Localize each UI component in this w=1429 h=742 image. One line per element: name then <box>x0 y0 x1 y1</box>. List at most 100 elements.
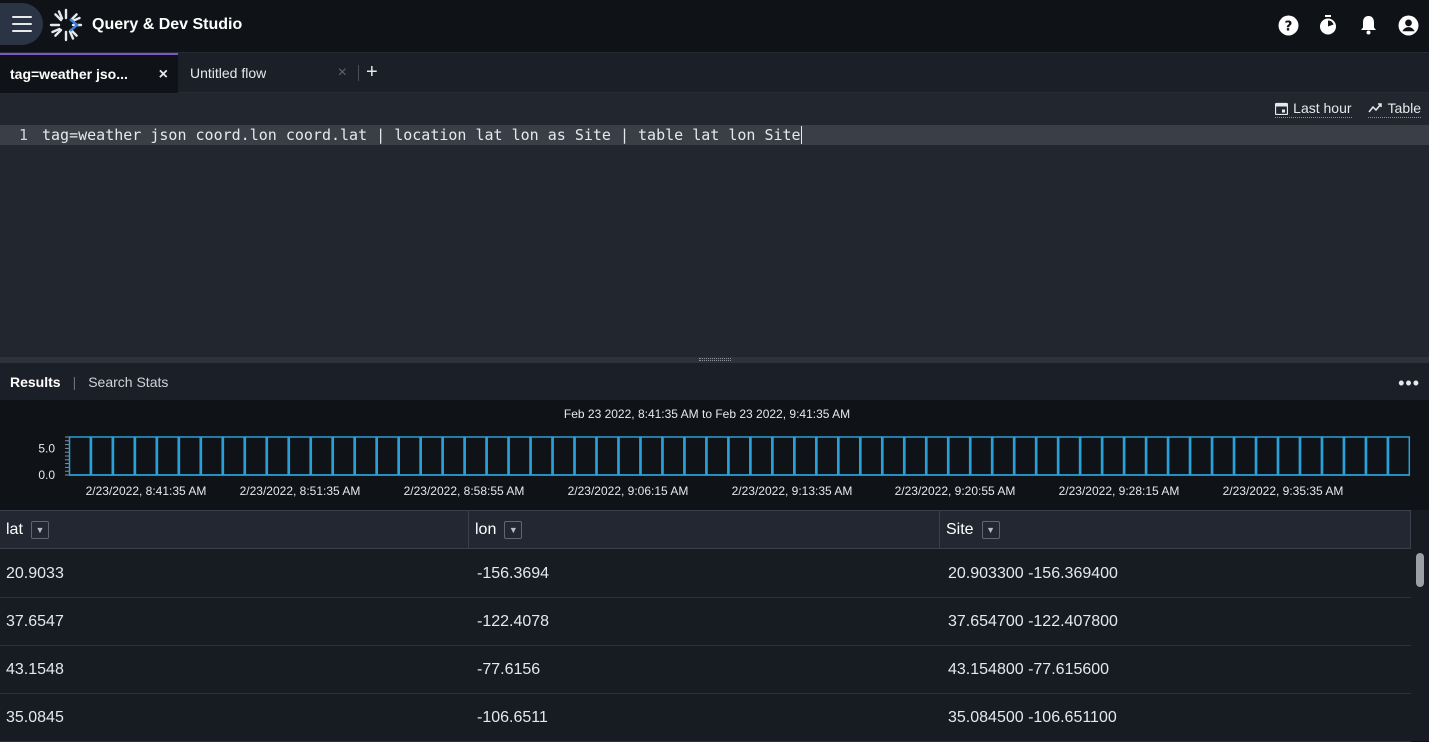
cell-lat: 43.1548 <box>6 660 64 678</box>
chart-bar[interactable] <box>1365 436 1389 476</box>
chart-bar[interactable] <box>1101 436 1125 476</box>
tab-weather-query[interactable]: tag=weather jso... × <box>0 53 178 93</box>
chart-bar[interactable] <box>684 436 707 476</box>
scrollbar-thumb[interactable] <box>1416 553 1424 587</box>
more-options-icon[interactable]: ••• <box>1398 373 1420 394</box>
chart-bar[interactable] <box>706 436 729 476</box>
timer-icon[interactable] <box>1317 14 1339 36</box>
chart-bar[interactable] <box>288 436 311 476</box>
cell-site: 43.154800 -77.615600 <box>948 660 1110 678</box>
query-text[interactable]: tag=weather json coord.lon coord.lat | l… <box>32 126 802 144</box>
main-menu-button[interactable] <box>0 3 43 45</box>
chart-bar[interactable] <box>310 436 333 476</box>
close-icon[interactable]: × <box>159 66 168 84</box>
chart-bar[interactable] <box>1299 436 1323 476</box>
chart-bar[interactable] <box>948 436 971 476</box>
chart-bar[interactable] <box>398 436 421 476</box>
chart-bar[interactable] <box>442 436 465 476</box>
chart-bar[interactable] <box>1145 436 1169 476</box>
table-row[interactable]: 35.0845 -106.6511 35.084500 -106.651100 <box>0 694 1411 742</box>
tab-results[interactable]: Results <box>10 374 61 390</box>
table-scrollbar[interactable] <box>1411 549 1429 741</box>
table-row[interactable]: 37.6547 -122.4078 37.654700 -122.407800 <box>0 598 1411 646</box>
chart-bar[interactable] <box>1277 436 1301 476</box>
bell-icon[interactable] <box>1357 14 1379 36</box>
chart-bar[interactable] <box>904 436 927 476</box>
chart-bar[interactable] <box>1321 436 1345 476</box>
help-icon[interactable]: ? <box>1277 14 1299 36</box>
filter-icon[interactable]: ▼ <box>981 521 1000 539</box>
account-icon[interactable] <box>1397 14 1419 36</box>
table-row[interactable]: 43.1548 -77.6156 43.154800 -77.615600 <box>0 646 1411 694</box>
chart-bar[interactable] <box>420 436 443 476</box>
add-tab-button[interactable]: + <box>366 61 378 84</box>
chart-bar[interactable] <box>1036 436 1059 476</box>
code-line[interactable]: 1 tag=weather json coord.lon coord.lat |… <box>0 125 1429 145</box>
chart-bar[interactable] <box>1079 436 1103 476</box>
cell-lon: -122.4078 <box>477 612 550 630</box>
chart-bar[interactable] <box>1233 436 1257 476</box>
chart-bar[interactable] <box>1255 436 1279 476</box>
chart-bar[interactable] <box>552 436 575 476</box>
chart-bar[interactable] <box>156 436 179 476</box>
chart-bar[interactable] <box>508 436 531 476</box>
tab-untitled-flow[interactable]: Untitled flow × <box>180 53 357 93</box>
close-icon[interactable]: × <box>338 64 347 82</box>
chart-bar[interactable] <box>266 436 289 476</box>
chart-bar[interactable] <box>1123 436 1147 476</box>
chart-bar[interactable] <box>992 436 1015 476</box>
column-header-lat[interactable]: lat ▼ <box>0 511 469 549</box>
results-toolbar: Results | Search Stats ••• <box>0 363 1429 400</box>
chart-bar[interactable] <box>1014 436 1037 476</box>
chart-bar[interactable] <box>794 436 817 476</box>
chart-bar[interactable] <box>838 436 861 476</box>
chart-bar[interactable] <box>772 436 795 476</box>
chart-bar[interactable] <box>112 436 136 476</box>
chart-bar[interactable] <box>596 436 619 476</box>
chart-bar[interactable] <box>750 436 773 476</box>
column-header-lon[interactable]: lon ▼ <box>469 511 940 549</box>
chart-bar[interactable] <box>332 436 355 476</box>
chart-bar[interactable] <box>1211 436 1235 476</box>
chart-bar[interactable] <box>530 436 553 476</box>
chart-bar[interactable] <box>618 436 641 476</box>
chart-bar[interactable] <box>200 436 223 476</box>
chart-bar[interactable] <box>464 436 487 476</box>
render-module-button[interactable]: Table <box>1367 100 1421 118</box>
chart-bar[interactable] <box>882 436 905 476</box>
chart-bar[interactable] <box>68 436 92 476</box>
chart-bar[interactable] <box>1189 436 1213 476</box>
chart-bar[interactable] <box>486 436 509 476</box>
chart-bar[interactable] <box>816 436 839 476</box>
chart-bar[interactable] <box>134 436 157 476</box>
chart-bar[interactable] <box>376 436 399 476</box>
time-range-button[interactable]: Last hour <box>1275 100 1352 118</box>
chart-bar[interactable] <box>222 436 245 476</box>
filter-icon[interactable]: ▼ <box>30 521 49 539</box>
timeline-svg[interactable]: 5.0 0.0 2/23/2022, 8:41:35 AM 2/23/2022, 8:… <box>0 428 1429 508</box>
chart-bar[interactable] <box>662 436 685 476</box>
chart-bar[interactable] <box>970 436 993 476</box>
filter-icon[interactable]: ▼ <box>504 521 523 539</box>
table-row[interactable]: 20.9033 -156.3694 20.903300 -156.369400 <box>0 550 1411 598</box>
query-editor[interactable]: Last hour Table 1 tag=weather json coord… <box>0 93 1429 358</box>
chart-bar[interactable] <box>1167 436 1191 476</box>
timeline-chart[interactable]: Feb 23 2022, 8:41:35 AM to Feb 23 2022, … <box>0 400 1429 510</box>
tab-separator: | <box>72 373 77 390</box>
chart-bar[interactable] <box>1387 436 1411 476</box>
chart-bar[interactable] <box>354 436 377 476</box>
chart-bar[interactable] <box>178 436 201 476</box>
chart-bar[interactable] <box>1058 436 1081 476</box>
chart-bar[interactable] <box>640 436 663 476</box>
chart-bar[interactable] <box>926 436 949 476</box>
chart-bar[interactable] <box>728 436 751 476</box>
chart-bar[interactable] <box>1343 436 1367 476</box>
chart-bar[interactable] <box>244 436 267 476</box>
chart-bar[interactable] <box>90 436 114 476</box>
drag-grip-icon <box>699 358 731 361</box>
column-header-site[interactable]: Site ▼ <box>940 511 1411 549</box>
chart-bar[interactable] <box>574 436 597 476</box>
chart-bar[interactable] <box>860 436 883 476</box>
render-module-label: Table <box>1387 100 1421 116</box>
tab-search-stats[interactable]: Search Stats <box>88 374 168 390</box>
